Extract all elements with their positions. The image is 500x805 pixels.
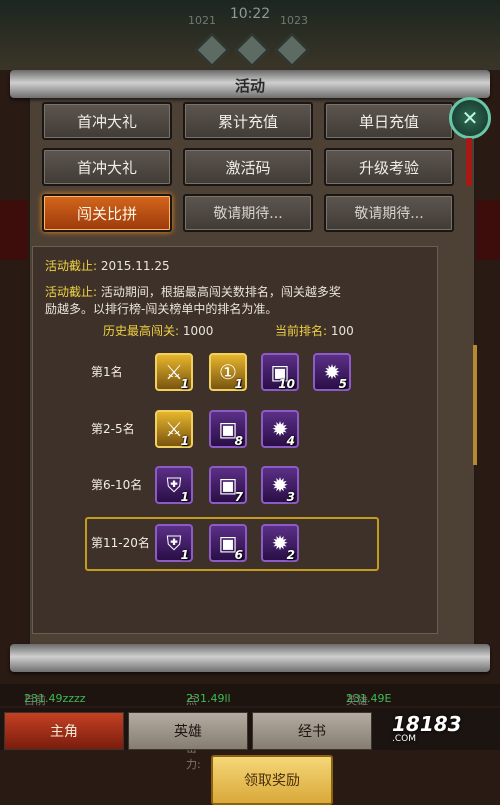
reward-item[interactable]: ✹ 5 [313, 353, 351, 391]
reward-item[interactable]: ▣ 7 [209, 466, 247, 504]
tab-activation-code[interactable]: 激活码 [183, 148, 313, 186]
reward-item[interactable]: ⛨ 1 [155, 466, 193, 504]
best-stage: 历史最高闯关: 1000 [103, 322, 213, 339]
game-timer: 10:22 [229, 6, 271, 22]
reward-row: 第6-10名 ⛨ 1 ▣ 7 ✹ 3 [91, 463, 381, 509]
watermark-logo: 18183 .COM [392, 712, 462, 744]
scroll-rod-bottom [10, 644, 490, 672]
item-count: 10 [278, 377, 295, 391]
activity-info: 活动截止: 2015.11.25 活动截止: 活动期间，根据最高闯关数排名，闯关… [32, 246, 477, 805]
tab-label: 闯关比拼 [76, 204, 137, 223]
desc-text-2: 励越多。以排行榜-闯关榜单中的排名为准。 [45, 302, 278, 316]
item-count: 1 [180, 490, 189, 504]
item-count: 8 [234, 434, 243, 448]
desc-text-1: 活动期间，根据最高闯关数排名，闯关越多奖 [100, 285, 341, 299]
nav-label: 主角 [50, 724, 78, 740]
close-tassel-decoration [466, 138, 472, 186]
item-count: 1 [234, 377, 243, 391]
tab-first-charge-2[interactable]: 首冲大礼 [42, 148, 172, 186]
deadline-label: 活动截止: [45, 259, 98, 273]
tab-label: 累计充值 [217, 112, 278, 131]
rank-label: 第11-20名 [91, 536, 150, 550]
best-stage-value: 1000 [182, 324, 214, 338]
desc-label: 活动截止: [45, 285, 98, 299]
item-count: 1 [180, 434, 189, 448]
tab-label: 单日充值 [358, 112, 419, 131]
item-count: 3 [286, 490, 295, 504]
tab-label: 升级考验 [358, 158, 419, 177]
stats-bar: 目前DPS:231.49zzzz 点击攻击力:231.49ll 英雄DPS:23… [0, 684, 500, 771]
item-count: 6 [234, 548, 243, 562]
deadline-line: 活动截止: 2015.11.25 [45, 257, 170, 274]
claim-reward-button[interactable]: 领取奖励 [211, 755, 333, 805]
watermark-brand: 18183 [392, 712, 462, 736]
item-count: 5 [338, 377, 347, 391]
reward-item[interactable]: ⚔ 1 [155, 353, 193, 391]
nav-tab-hero-main[interactable]: 主角 [4, 712, 124, 750]
rank-label: 第1名 [91, 365, 123, 379]
left-counter: 1021 [188, 14, 216, 27]
nav-tab-scriptures[interactable]: 经书 [252, 712, 372, 750]
reward-item[interactable]: ⚔ 1 [155, 410, 193, 448]
activity-panel: 活动 首冲大礼 累计充值 单日充值 首冲大礼 激活码 升级考验 闯关比拼 敬请期… [10, 70, 490, 805]
dps-value: 231.49zzzz [24, 692, 86, 705]
tab-label: 首冲大礼 [76, 112, 137, 131]
reward-item[interactable]: ✹ 3 [261, 466, 299, 504]
tab-cumulative-charge[interactable]: 累计充值 [183, 102, 313, 140]
tab-stage-contest[interactable]: 闯关比拼 [42, 194, 172, 232]
tab-coming-soon-1[interactable]: 敬请期待... [183, 194, 313, 232]
reward-item[interactable]: ⛨ 1 [155, 524, 193, 562]
deadline-value: 2015.11.25 [100, 259, 170, 273]
tab-first-charge[interactable]: 首冲大礼 [42, 102, 172, 140]
desc-line: 活动截止: 活动期间，根据最高闯关数排名，闯关越多奖 [45, 283, 341, 300]
reward-row: 第11-20名 ⛨ 1 ▣ 6 ✹ 2 [85, 517, 381, 571]
reward-item[interactable]: ✹ 4 [261, 410, 299, 448]
reward-list-scrollbar[interactable] [473, 345, 477, 465]
nav-label: 英雄 [174, 724, 202, 740]
reward-row: 第2-5名 ⚔ 1 ▣ 8 ✹ 4 [91, 407, 381, 453]
reward-item[interactable]: ▣ 6 [209, 524, 247, 562]
best-stage-label: 历史最高闯关: [103, 324, 180, 338]
tab-label: 激活码 [225, 158, 271, 177]
reward-row: 第1名 ⚔ 1 ① 1 ▣ 10 ✹ 5 [91, 350, 381, 396]
current-rank-label: 当前排名: [275, 324, 328, 338]
tab-label: 敬请期待... [213, 206, 283, 222]
reward-item[interactable]: ①1 [209, 353, 247, 391]
click-value: 231.49ll [186, 692, 231, 705]
rank-label: 第6-10名 [91, 478, 143, 492]
reward-item[interactable]: ▣ 8 [209, 410, 247, 448]
current-rank: 当前排名: 100 [275, 322, 354, 339]
current-rank-value: 100 [330, 324, 354, 338]
tab-coming-soon-2[interactable]: 敬请期待... [324, 194, 454, 232]
item-count: 4 [286, 434, 295, 448]
item-count: 1 [180, 377, 189, 391]
item-count: 1 [180, 548, 189, 562]
rank-label: 第2-5名 [91, 422, 135, 436]
close-icon[interactable]: ✕ [449, 97, 491, 139]
tab-daily-charge[interactable]: 单日充值 [324, 102, 454, 140]
hero-value: 231.49E [346, 692, 392, 705]
nav-tab-heroes[interactable]: 英雄 [128, 712, 248, 750]
tab-label: 首冲大礼 [76, 158, 137, 177]
reward-item[interactable]: ✹ 2 [261, 524, 299, 562]
item-count: 7 [234, 490, 243, 504]
item-count: 2 [286, 548, 295, 562]
tab-level-challenge[interactable]: 升级考验 [324, 148, 454, 186]
reward-item[interactable]: ▣ 10 [261, 353, 299, 391]
right-counter: 1023 [280, 14, 308, 27]
tab-label: 敬请期待... [354, 206, 424, 222]
panel-title: 活动 [234, 77, 265, 95]
nav-label: 经书 [298, 724, 326, 740]
